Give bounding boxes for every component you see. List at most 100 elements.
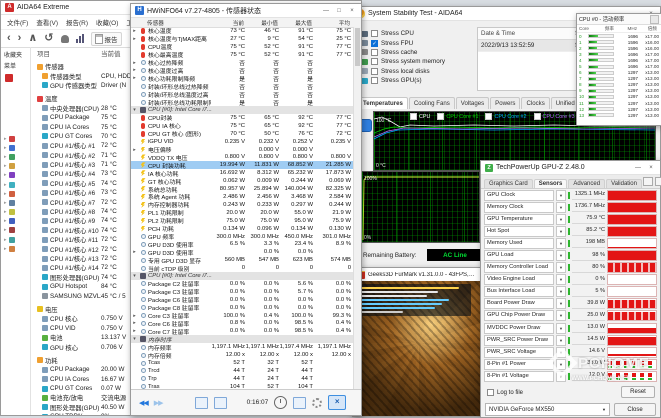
menu-item-1[interactable]: 查看(V): [36, 17, 58, 27]
scrollbar-thumb[interactable]: [355, 28, 360, 66]
tab-validation[interactable]: Validation: [606, 179, 642, 188]
frequency-titlebar[interactable]: CPU #0 - 活动频率: [577, 14, 661, 25]
sensor-name-box[interactable]: PWR_SRC Voltage: [484, 347, 554, 358]
checkbox[interactable]: [371, 30, 378, 37]
sidebar-item-5[interactable]: ▸: [2, 180, 29, 189]
close-icon[interactable]: ×: [646, 165, 656, 171]
stress-option-0[interactable]: Stress CPU: [359, 29, 445, 38]
dropdown-arrow-icon[interactable]: ▼: [556, 214, 566, 225]
close-button[interactable]: Close: [614, 403, 656, 416]
close-icon[interactable]: [650, 15, 659, 24]
log-to-file-row[interactable]: Log to file: [487, 389, 523, 396]
sensor-name-box[interactable]: Memory Controller Load: [484, 262, 554, 273]
pin-icon[interactable]: [655, 177, 661, 186]
dropdown-arrow-icon[interactable]: ▼: [556, 347, 566, 358]
sensor-name-box[interactable]: Board Power Draw: [484, 298, 554, 309]
menu-item-3[interactable]: 收藏(O): [96, 17, 118, 27]
legend-item[interactable]: CPU: [410, 113, 430, 120]
sensor-name-box[interactable]: 8-Pin #1 Voltage: [484, 371, 554, 382]
clock-icon[interactable]: [274, 396, 287, 409]
dropdown-arrow-icon[interactable]: ▼: [556, 226, 566, 237]
hwinfo-sensor-row[interactable]: 当前 cTDP 级别0000: [131, 264, 353, 272]
legend-checkbox[interactable]: [410, 113, 417, 120]
sidebar-item-11[interactable]: ▸: [2, 235, 29, 244]
refresh-icon[interactable]: ↺: [44, 30, 53, 47]
tab-voltages[interactable]: Voltages: [456, 97, 489, 109]
close-sensors-button[interactable]: ×: [328, 395, 346, 410]
log-to-file-checkbox[interactable]: [487, 389, 494, 396]
legend-checkbox[interactable]: [485, 113, 492, 120]
column-datetime[interactable]: Date & Time: [478, 30, 575, 37]
sensor-name-box[interactable]: GPU Clock: [484, 190, 554, 201]
move-right-icon[interactable]: ▶▶: [154, 399, 163, 407]
sidebar-item-7[interactable]: ▸: [2, 198, 29, 207]
stress-option-1[interactable]: ✓Stress FPU: [359, 38, 445, 47]
back-icon[interactable]: ‹: [7, 30, 11, 47]
sidebar-item-4[interactable]: ▸: [2, 171, 29, 180]
dropdown-arrow-icon[interactable]: ▼: [556, 190, 566, 201]
menu-item-2[interactable]: 报告(R): [66, 17, 88, 27]
checkbox[interactable]: [371, 58, 378, 65]
menu-item-0[interactable]: 文件(F): [7, 17, 28, 27]
hwinfo-sensor-row[interactable]: CPU GT 核心 (图形)70 °C50 °C76 °C72 °C: [131, 130, 353, 138]
chart-icon[interactable]: [76, 34, 84, 43]
hwinfo-sensor-row[interactable]: Tcas52 T32 T52 T: [131, 359, 353, 367]
user-icon[interactable]: [61, 35, 69, 43]
checkbox[interactable]: ✓: [371, 40, 378, 47]
sensor-name-box[interactable]: GPU Temperature: [484, 214, 554, 225]
sidebar-tab-1[interactable]: 菜单: [2, 60, 29, 71]
checkbox[interactable]: [371, 68, 378, 75]
tab-clocks[interactable]: Clocks: [521, 97, 549, 109]
dropdown-arrow-icon[interactable]: ▼: [556, 238, 566, 249]
checkbox[interactable]: [371, 49, 378, 56]
dropdown-arrow-icon[interactable]: ▼: [556, 202, 566, 213]
checkbox[interactable]: [371, 77, 378, 84]
column-average[interactable]: 平均: [312, 19, 352, 27]
column-item[interactable]: 项目: [37, 48, 101, 58]
layout-icon[interactable]: [195, 397, 208, 409]
forward-icon[interactable]: ›: [18, 30, 22, 47]
dropdown-arrow-icon[interactable]: ▼: [556, 274, 566, 285]
sensor-name-box[interactable]: GPU Load: [484, 250, 554, 261]
sensor-name-box[interactable]: Bus Interface Load: [484, 286, 554, 297]
close-icon[interactable]: ×: [347, 8, 357, 14]
sidebar-tab-0[interactable]: 收藏夹: [2, 49, 29, 60]
stress-option-2[interactable]: Stress cache: [359, 48, 445, 57]
legend-item[interactable]: CPU Core #3: [534, 113, 575, 120]
reset-button[interactable]: Reset: [621, 386, 655, 398]
sidebar-item-6[interactable]: ▸: [2, 189, 29, 198]
tab-powers[interactable]: Powers: [490, 97, 520, 109]
column-current[interactable]: 当前: [210, 19, 244, 27]
sidebar-item-2[interactable]: ▸: [2, 152, 29, 161]
dropdown-arrow-icon[interactable]: ▼: [556, 371, 566, 382]
minimize-icon[interactable]: —: [633, 165, 643, 171]
tab-cooling-fans[interactable]: Cooling Fans: [409, 97, 455, 109]
stress-option-4[interactable]: Stress local disks: [359, 67, 445, 76]
column-sensor[interactable]: 传感器: [131, 19, 210, 27]
minimize-icon[interactable]: —: [321, 8, 331, 14]
dropdown-arrow-icon[interactable]: ▼: [556, 359, 566, 370]
sidebar-item-9[interactable]: ▸: [2, 217, 29, 226]
legend-item[interactable]: CPU Core #1: [437, 113, 478, 120]
furmark-titlebar[interactable]: Geeks3D FurMark v1.31.0.0 - 43FPS, GPU1 …: [353, 268, 480, 282]
sensor-name-box[interactable]: GPU Chip Power Draw: [484, 310, 554, 321]
hwinfo-sensor-row[interactable]: Trp44 T24 T44 T: [131, 375, 353, 383]
stress-option-5[interactable]: Stress GPU(s): [359, 76, 445, 85]
legend-checkbox[interactable]: [437, 113, 444, 120]
camera-icon[interactable]: [643, 177, 653, 186]
column-value[interactable]: 当前值: [101, 48, 121, 58]
stress-option-3[interactable]: Stress system memory: [359, 57, 445, 66]
hwinfo-sensor-row[interactable]: Trcd44 T24 T44 T: [131, 367, 353, 375]
sensor-name-box[interactable]: Video Engine Load: [484, 274, 554, 285]
dropdown-arrow-icon[interactable]: ▼: [556, 310, 566, 321]
hwinfo-titlebar[interactable]: H HWiNFO64 v7.27-4805 - 传感器状态 — □ ×: [131, 4, 361, 18]
sensor-name-box[interactable]: MVDDC Power Draw: [484, 323, 554, 334]
sidebar-item-8[interactable]: ▸: [2, 208, 29, 217]
report-icon[interactable]: [293, 397, 306, 409]
legend-item[interactable]: CPU Core #2: [485, 113, 526, 120]
tab-advanced[interactable]: Advanced: [568, 179, 605, 188]
maximize-icon[interactable]: □: [334, 8, 344, 14]
sidebar-item-0[interactable]: ▸: [2, 134, 29, 143]
hwinfo-sensor-row[interactable]: 封装/环形总线功耗限制降...是否是: [131, 98, 353, 106]
sensor-name-box[interactable]: PWR_SRC Power Draw: [484, 335, 554, 346]
